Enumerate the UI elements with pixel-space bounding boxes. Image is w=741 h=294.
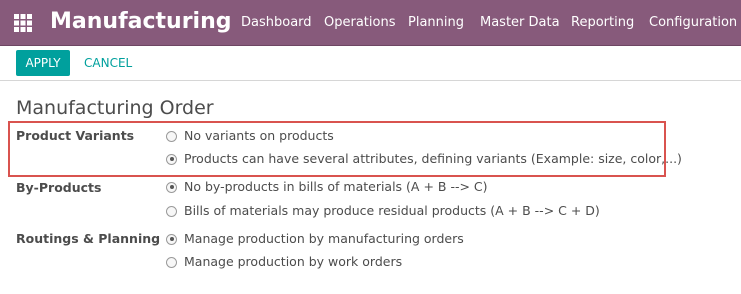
apply-button[interactable]: APPLY [16, 50, 70, 76]
app-title[interactable]: Manufacturing [50, 8, 232, 36]
radio-option-no-by-products[interactable]: No by-products in bills of materials (A … [166, 178, 488, 196]
menu-reporting[interactable]: Reporting [571, 15, 634, 31]
radio-button[interactable] [166, 256, 177, 268]
menu-dashboard[interactable]: Dashboard [241, 15, 312, 31]
radio-option-work-orders[interactable]: Manage production by work orders [166, 253, 402, 271]
radio-option-label: Manage production by manufacturing order… [184, 231, 464, 246]
radio-button-checked[interactable] [166, 181, 177, 193]
radio-option-no-variants[interactable]: No variants on products [166, 127, 334, 145]
radio-option-label: Manage production by work orders [184, 254, 403, 269]
control-panel: APPLY CANCEL [0, 46, 741, 81]
radio-option-label: No variants on products [184, 128, 334, 143]
radio-button[interactable] [166, 130, 177, 142]
menu-configuration[interactable]: Configuration [649, 15, 737, 31]
menu-operations[interactable]: Operations [324, 15, 395, 31]
radio-option-label: Bills of materials may produce residual … [184, 203, 600, 218]
radio-option-label: No by-products in bills of materials (A … [184, 179, 488, 194]
section-title: Manufacturing Order [16, 97, 214, 119]
setting-label-product-variants: Product Variants [16, 128, 135, 143]
radio-option-several-attributes[interactable]: Products can have several attributes, de… [166, 150, 682, 168]
apps-grid-icon[interactable] [14, 14, 32, 32]
top-navbar: Manufacturing Dashboard Operations Plann… [0, 0, 741, 46]
menu-planning[interactable]: Planning [408, 15, 464, 31]
cancel-button[interactable]: CANCEL [84, 50, 132, 76]
setting-label-by-products: By-Products [16, 180, 102, 195]
radio-button-checked[interactable] [166, 233, 177, 245]
radio-button-checked[interactable] [166, 153, 177, 165]
radio-option-label: Products can have several attributes, de… [184, 151, 682, 166]
radio-button[interactable] [166, 205, 177, 217]
menu-master-data[interactable]: Master Data [480, 15, 560, 31]
radio-option-residual-products[interactable]: Bills of materials may produce residual … [166, 202, 600, 220]
setting-label-routings-planning: Routings & Planning [16, 231, 161, 246]
radio-option-manufacturing-orders[interactable]: Manage production by manufacturing order… [166, 230, 464, 248]
